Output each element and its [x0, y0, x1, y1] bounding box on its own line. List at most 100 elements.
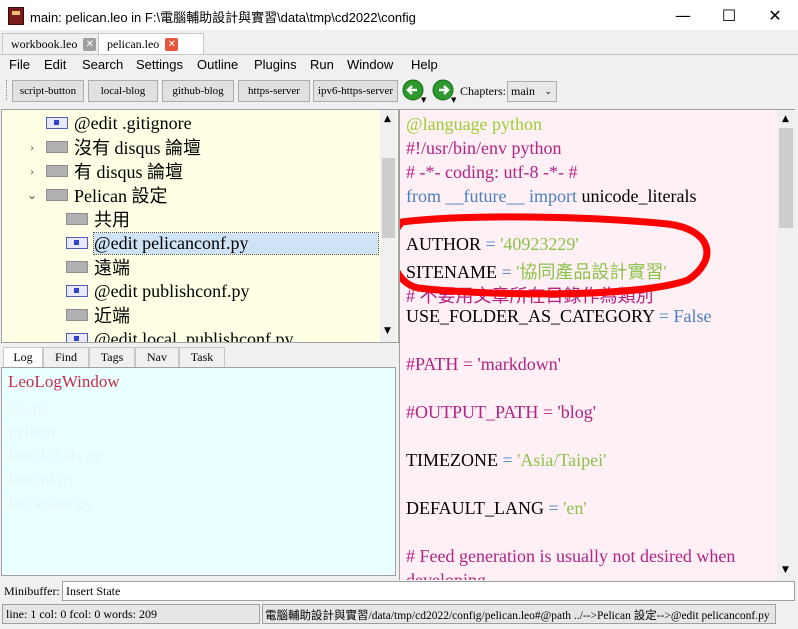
outline-node[interactable]: 近端: [2, 303, 130, 327]
menu-plugins[interactable]: Plugins: [254, 57, 297, 72]
code-line: # -*- coding: utf-8 -*- #: [406, 162, 578, 182]
outline-node[interactable]: @edit .gitignore: [2, 111, 192, 135]
ipv6-https-server-button[interactable]: ipv6-https-server: [313, 80, 398, 102]
node-icon: [66, 213, 88, 225]
body-editor[interactable]: @language python #!/usr/bin/env python #…: [399, 109, 779, 581]
menu-file[interactable]: File: [9, 57, 30, 72]
scroll-up-icon[interactable]: ▲: [782, 114, 789, 124]
menu-bar: File Edit Search Settings Outline Plugin…: [0, 55, 798, 75]
outline-node-selected[interactable]: @edit pelicanconf.py: [2, 231, 379, 255]
log-line: leo.py: [8, 398, 51, 417]
log-line: python: [8, 422, 56, 441]
log-line: leoGui.py: [8, 470, 76, 489]
outline-node[interactable]: ⌄ Pelican 設定: [2, 183, 168, 207]
close-tab-icon[interactable]: ✕: [83, 37, 97, 51]
script-button[interactable]: script-button: [12, 80, 84, 102]
tab-tags[interactable]: Tags: [89, 347, 135, 367]
status-bar: line: 1 col: 0 fcol: 0 words: 209 電腦輔助設計…: [0, 603, 798, 629]
node-marked-icon: [66, 333, 88, 342]
scroll-down-icon[interactable]: ▼: [782, 565, 789, 575]
menu-run[interactable]: Run: [310, 57, 334, 72]
code-line: #OUTPUT_PATH = 'blog': [406, 402, 596, 422]
chapters-select[interactable]: main ⌄: [507, 81, 557, 102]
log-tab-bar: Log Find Tags Nav Task: [1, 345, 397, 367]
red-annotation-circle: [400, 213, 711, 298]
chevron-down-icon[interactable]: ⌄: [24, 188, 40, 203]
back-dropdown-icon[interactable]: ▼: [421, 96, 426, 104]
node-icon: [46, 141, 68, 153]
chapters-label: Chapters:: [460, 84, 506, 98]
chevron-right-icon[interactable]: ›: [24, 140, 40, 155]
minibuffer-value: Insert State: [66, 584, 121, 598]
minibuffer-input[interactable]: Insert State: [62, 581, 795, 601]
outline-scrollbar[interactable]: ▲ ▼: [380, 110, 397, 342]
menu-help[interactable]: Help: [411, 57, 438, 72]
log-line: leoGlobals.py: [8, 446, 103, 465]
outline-node[interactable]: 共用: [2, 207, 130, 231]
status-position: line: 1 col: 0 fcol: 0 words: 209: [2, 604, 260, 624]
tab-find[interactable]: Find: [43, 347, 89, 367]
window-title: main: pelican.leo in F:\電腦輔助設計與實習\data\t…: [30, 10, 416, 25]
tab-task[interactable]: Task: [179, 347, 225, 367]
minibuffer-bar: Minibuffer: Insert State: [0, 580, 798, 602]
file-tab-workbook[interactable]: workbook.leo ✕: [2, 33, 110, 54]
chevron-down-icon: ⌄: [544, 86, 552, 97]
tab-log[interactable]: Log: [3, 347, 43, 367]
outline-node[interactable]: › 有 disqus 論壇: [2, 159, 183, 183]
minibuffer-label: Minibuffer:: [4, 584, 60, 598]
file-tab-label: pelican.leo: [107, 36, 160, 51]
node-icon: [46, 189, 68, 201]
code-line: @language python: [406, 114, 543, 134]
toolbar: script-button local-blog github-blog htt…: [0, 76, 798, 108]
menu-outline[interactable]: Outline: [197, 57, 238, 72]
title-bar: main: pelican.leo in F:\電腦輔助設計與實習\data\t…: [0, 0, 798, 30]
close-window-button[interactable]: ✕: [752, 0, 798, 30]
node-marked-icon: [46, 117, 68, 129]
github-blog-button[interactable]: github-blog: [162, 80, 234, 102]
node-marked-icon: [66, 285, 88, 297]
file-tab-label: workbook.leo: [11, 36, 78, 51]
chapters-select-value: main: [511, 84, 535, 98]
node-icon: [46, 165, 68, 177]
menu-window[interactable]: Window: [347, 57, 393, 72]
outline-node[interactable]: › 沒有 disqus 論壇: [2, 135, 201, 159]
forward-dropdown-icon[interactable]: ▼: [451, 96, 456, 104]
code-line: #!/usr/bin/env python: [406, 138, 562, 158]
body-scrollbar[interactable]: ▲ ▼: [777, 109, 795, 581]
scrollbar-thumb[interactable]: [382, 158, 395, 238]
leo-app-icon: [8, 7, 24, 25]
menu-settings[interactable]: Settings: [136, 57, 183, 72]
code-line: DEFAULT_LANG = 'en': [406, 498, 587, 518]
toolbar-grip: [6, 80, 9, 100]
https-server-button[interactable]: https-server: [238, 80, 310, 102]
chevron-right-icon[interactable]: ›: [24, 164, 40, 179]
log-pane[interactable]: LeoLogWindow leo.py python leoGlobals.py…: [1, 367, 396, 576]
menu-search[interactable]: Search: [82, 57, 123, 72]
node-icon: [66, 261, 88, 273]
local-blog-button[interactable]: local-blog: [88, 80, 158, 102]
code-line: USE_FOLDER_AS_CATEGORY = False: [406, 306, 712, 326]
code-line: #PATH = 'markdown': [406, 354, 561, 374]
minimize-button[interactable]: —: [660, 0, 706, 30]
tab-nav[interactable]: Nav: [135, 347, 179, 367]
node-marked-icon: [66, 237, 88, 249]
maximize-button[interactable]: ☐: [706, 0, 752, 30]
scroll-up-icon[interactable]: ▲: [384, 114, 391, 124]
file-tab-pelican[interactable]: pelican.leo ✕: [98, 33, 204, 54]
log-line: LeoLogWindow: [8, 372, 120, 391]
scrollbar-thumb[interactable]: [779, 128, 793, 228]
outline-pane[interactable]: @edit .gitignore › 沒有 disqus 論壇 › 有 disq…: [1, 109, 399, 343]
outline-node[interactable]: @edit local_publishconf.py: [2, 327, 294, 342]
code-line: from __future__ import unicode_literals: [406, 186, 697, 206]
file-tab-bar: workbook.leo ✕ pelican.leo ✕: [0, 30, 798, 55]
code-line: # Feed generation is usually not desired…: [406, 546, 736, 566]
menu-edit[interactable]: Edit: [44, 57, 66, 72]
status-path: 電腦輔助設計與實習/data/tmp/cd2022/config/pelican…: [262, 604, 776, 624]
scroll-down-icon[interactable]: ▼: [384, 326, 391, 336]
node-icon: [66, 309, 88, 321]
close-tab-icon[interactable]: ✕: [165, 37, 179, 51]
outline-node[interactable]: @edit publishconf.py: [2, 279, 250, 303]
outline-node[interactable]: 遠端: [2, 255, 130, 279]
log-line: leoNodes.py: [8, 494, 94, 513]
code-line: TIMEZONE = 'Asia/Taipei': [406, 450, 607, 470]
